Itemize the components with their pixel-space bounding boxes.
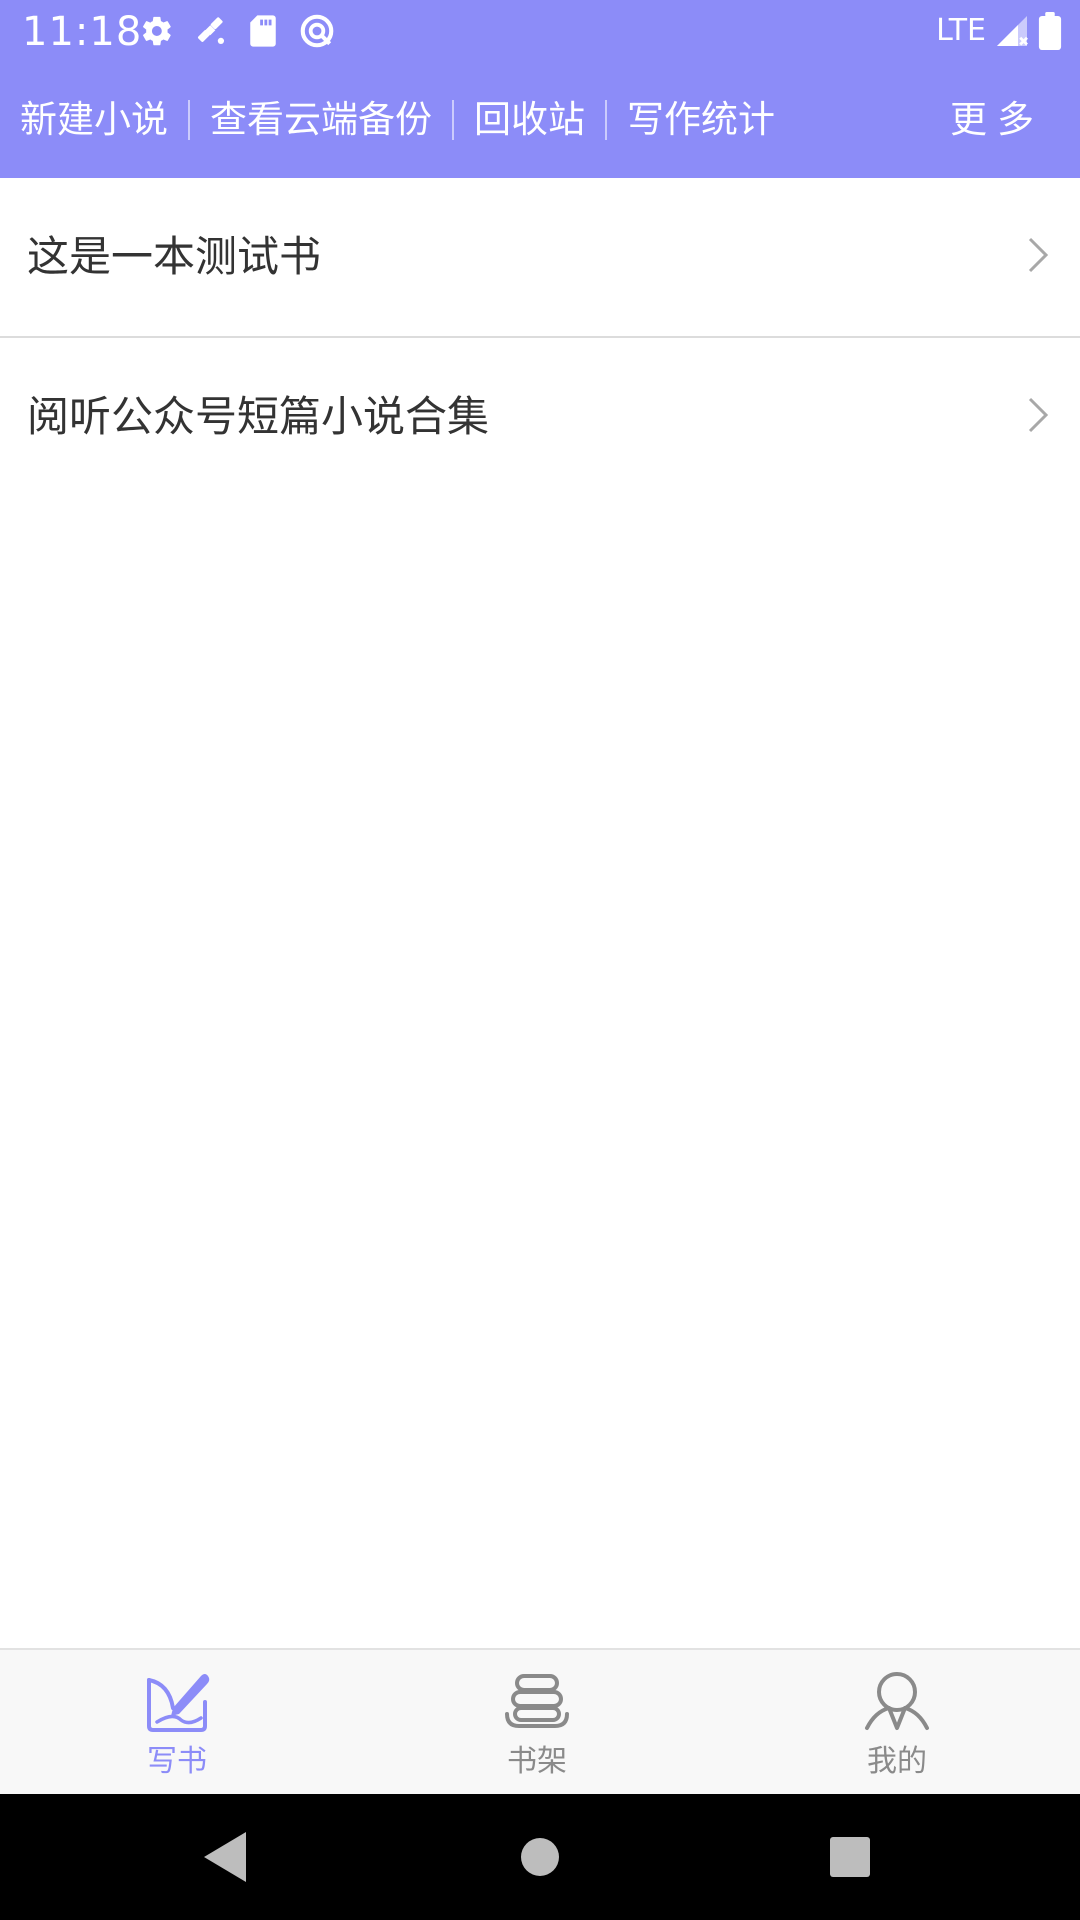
- writing-stats-button[interactable]: 写作统计: [627, 62, 775, 178]
- book-title: 阅听公众号短篇小说合集: [27, 392, 490, 441]
- book-title: 这是一本测试书: [27, 232, 322, 281]
- status-bar: 11:18 LTE: [0, 0, 1080, 62]
- back-icon[interactable]: [192, 1824, 258, 1890]
- profile-icon: [865, 1672, 929, 1730]
- recents-icon[interactable]: [817, 1824, 883, 1890]
- toolbar-divider: [188, 100, 190, 140]
- new-novel-button[interactable]: 新建小说: [20, 62, 168, 178]
- toolbar-divider: [452, 100, 454, 140]
- status-time: 11:18: [22, 9, 143, 55]
- nav-tab-label: 我的: [867, 1744, 927, 1779]
- book-list-item[interactable]: 这是一本测试书: [0, 178, 1080, 338]
- recycle-bin-button[interactable]: 回收站: [474, 62, 585, 178]
- network-type-label: LTE: [936, 13, 986, 48]
- nav-tab-profile[interactable]: 我的: [797, 1650, 997, 1794]
- app-screen: 11:18 LTE 新建小说 查看云端备份 回收站 写作统计 更多 这是一本测试…: [0, 0, 1080, 1920]
- toolbar-actions: 新建小说 查看云端备份 回收站 写作统计: [20, 62, 775, 178]
- book-list-item[interactable]: 阅听公众号短篇小说合集: [0, 338, 1080, 496]
- toolbar-divider: [605, 100, 607, 140]
- sd-card-icon: [250, 15, 276, 47]
- status-system-icons: LTE: [936, 10, 1062, 52]
- home-icon[interactable]: [507, 1824, 573, 1890]
- more-button[interactable]: 更多: [950, 62, 1044, 178]
- top-toolbar: 新建小说 查看云端备份 回收站 写作统计 更多: [0, 62, 1080, 178]
- bottom-navigation: 写书 书架 我的: [0, 1648, 1080, 1794]
- nav-tab-bookshelf[interactable]: 书架: [437, 1650, 637, 1794]
- system-navigation-bar: [0, 1794, 1080, 1920]
- battery-icon: [1038, 12, 1062, 50]
- settings-icon: [143, 16, 171, 46]
- nav-tab-label: 书架: [507, 1744, 567, 1779]
- vpn-icon: [300, 14, 334, 48]
- chevron-right-icon: [1028, 397, 1049, 433]
- nav-tab-write[interactable]: 写书: [77, 1650, 277, 1794]
- signal-icon: [997, 16, 1028, 46]
- chevron-right-icon: [1028, 237, 1049, 273]
- book-list: 这是一本测试书 阅听公众号短篇小说合集: [0, 178, 1080, 496]
- write-icon: [147, 1674, 210, 1732]
- bookshelf-icon: [505, 1674, 569, 1728]
- satellite-icon: [197, 17, 225, 45]
- status-notification-icons: [140, 10, 336, 52]
- cloud-backup-button[interactable]: 查看云端备份: [210, 62, 432, 178]
- nav-tab-label: 写书: [147, 1744, 207, 1779]
